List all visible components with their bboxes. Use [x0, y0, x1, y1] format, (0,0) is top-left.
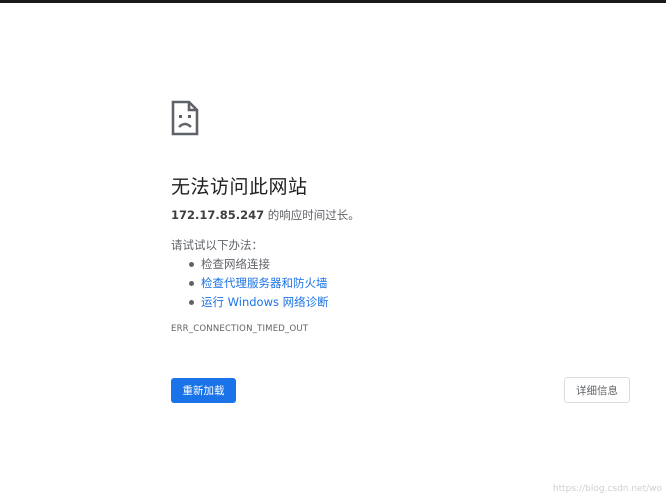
suggestion-label: 检查网络连接 [201, 257, 270, 271]
check-proxy-link[interactable]: 检查代理服务器和防火墙 [201, 276, 328, 290]
sad-page-icon [171, 100, 199, 136]
suggestion-run-diagnostics[interactable]: 运行 Windows 网络诊断 [171, 293, 329, 312]
summary-text: 的响应时间过长。 [264, 208, 360, 222]
window-top-edge [0, 0, 666, 3]
suggestion-check-proxy[interactable]: 检查代理服务器和防火墙 [171, 274, 329, 293]
suggestions-list: 检查网络连接 检查代理服务器和防火墙 运行 Windows 网络诊断 [171, 255, 329, 312]
bullet-icon [189, 281, 194, 286]
run-diagnostics-link[interactable]: 运行 Windows 网络诊断 [201, 295, 329, 309]
suggestion-check-network: 检查网络连接 [171, 255, 329, 274]
details-button[interactable]: 详细信息 [564, 377, 630, 403]
watermark: https://blog.csdn.net/wo [552, 484, 662, 494]
bullet-icon [189, 262, 194, 267]
host-address: 172.17.85.247 [171, 208, 265, 222]
error-summary: 172.17.85.247 的响应时间过长。 [171, 207, 360, 223]
reload-button[interactable]: 重新加载 [171, 378, 236, 403]
page-title: 无法访问此网站 [171, 176, 308, 198]
suggestions-heading: 请试试以下办法： [171, 238, 263, 252]
error-code: ERR_CONNECTION_TIMED_OUT [171, 324, 309, 334]
bullet-icon [189, 300, 194, 305]
